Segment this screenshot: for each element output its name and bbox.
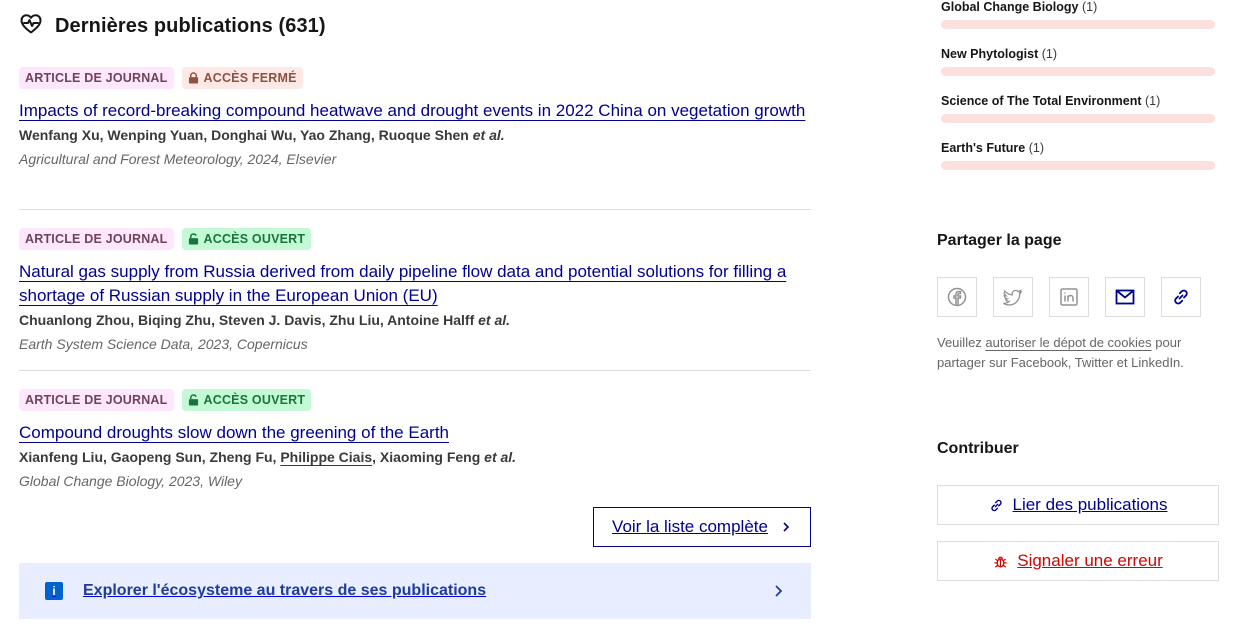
journal-stat[interactable]: Earth's Future (1) (941, 140, 1215, 170)
heart-pulse-icon (19, 12, 43, 41)
journal-count: (1) (1028, 141, 1045, 155)
link-publications-label: Lier des publications (1012, 495, 1168, 514)
share-cookie-note: Veuillez autoriser le dépot de cookies p… (937, 333, 1207, 373)
publication-source: Agricultural and Forest Meteorology, 202… (19, 151, 337, 167)
journal-bar (941, 114, 1215, 123)
twitter-icon (1003, 289, 1023, 306)
chevron-right-icon (775, 585, 783, 597)
journal-count: (1) (1041, 47, 1057, 61)
journal-stat[interactable]: Global Change Biology (1) (941, 0, 1215, 29)
journal-bar (941, 67, 1215, 76)
publication-title-link[interactable]: Impacts of record-breaking compound heat… (19, 99, 809, 123)
linkedin-icon (1060, 288, 1078, 306)
journal-name: Earth's Future (941, 141, 1026, 155)
et-al: et al. (478, 312, 511, 328)
explore-label: Explorer l'écosysteme au travers de ses … (83, 582, 487, 599)
share-twitter-button[interactable] (993, 277, 1033, 317)
journal-name: Science of The Total Environment (941, 94, 1142, 108)
copy-link-button[interactable] (1161, 277, 1201, 317)
contribute-title: Contribuer (937, 440, 1019, 457)
report-error-button[interactable]: Signaler une erreur (937, 541, 1219, 581)
publication-type-badge: ARTICLE DE JOURNAL (19, 228, 174, 250)
share-title: Partager la page (937, 232, 1062, 249)
publication-item: ARTICLE DE JOURNAL ACCÈS OUVERT Natural … (19, 228, 811, 371)
lock-open-icon (188, 394, 198, 406)
authors-list-rest: , Xiaoming Feng (372, 449, 481, 465)
publication-authors: Xianfeng Liu, Gaopeng Sun, Zheng Fu, Phi… (19, 445, 811, 469)
see-all-label: Voir la liste complète (612, 517, 768, 536)
publication-title-link[interactable]: Natural gas supply from Russia derived f… (19, 260, 809, 308)
section-header: Dernières publications (631) (19, 12, 326, 41)
journal-name: New Phytologist (941, 47, 1039, 61)
share-buttons (937, 277, 1201, 317)
publication-type-badge: ARTICLE DE JOURNAL (19, 389, 174, 411)
link-icon (1174, 289, 1188, 305)
mail-icon (1115, 289, 1135, 305)
et-al: et al. (484, 449, 517, 465)
link-publications-button[interactable]: Lier des publications (937, 485, 1219, 525)
journal-stat[interactable]: Science of The Total Environment (1) (941, 93, 1215, 123)
access-badge-label: ACCÈS FERMÉ (203, 71, 297, 85)
access-closed-badge: ACCÈS FERMÉ (181, 67, 303, 89)
info-icon: i (45, 582, 63, 600)
journal-bar (941, 20, 1215, 29)
journal-count: (1) (1144, 94, 1161, 108)
lock-closed-icon (188, 72, 198, 84)
share-linkedin-button[interactable] (1049, 277, 1089, 317)
publication-item: ARTICLE DE JOURNAL ACCÈS OUVERT Compound… (19, 389, 811, 489)
access-open-badge: ACCÈS OUVERT (181, 389, 312, 411)
publication-title-link[interactable]: Compound droughts slow down the greening… (19, 421, 809, 445)
lock-open-icon (188, 233, 198, 245)
bug-icon (994, 556, 1007, 568)
author-link[interactable]: Philippe Ciais (280, 449, 372, 465)
see-all-button[interactable]: Voir la liste complète (593, 507, 811, 547)
share-mail-button[interactable] (1105, 277, 1145, 317)
journal-bar (941, 161, 1215, 170)
share-facebook-button[interactable] (937, 277, 977, 317)
cookie-consent-link[interactable]: autoriser le dépot de cookies (985, 335, 1151, 350)
journal-stat[interactable]: New Phytologist (1) (941, 46, 1215, 76)
journal-count: (1) (1082, 0, 1098, 14)
report-error-label: Signaler une erreur (1017, 551, 1163, 570)
chevron-right-icon (783, 522, 790, 532)
section-title: Dernières publications (631) (55, 15, 326, 37)
journal-name: Global Change Biology (941, 0, 1079, 14)
publication-type-badge: ARTICLE DE JOURNAL (19, 67, 174, 89)
facebook-icon (947, 287, 967, 307)
note-text: Veuillez (937, 335, 986, 350)
publication-source: Earth System Science Data, 2023, Coperni… (19, 336, 308, 352)
explore-publications-link[interactable]: i Explorer l'écosysteme au travers de se… (19, 563, 811, 619)
publication-item: ARTICLE DE JOURNAL ACCÈS FERMÉ Impacts o… (19, 67, 811, 210)
et-al: et al. (472, 127, 505, 143)
access-badge-label: ACCÈS OUVERT (203, 393, 306, 407)
link-icon (990, 499, 1002, 511)
authors-list: Xianfeng Liu, Gaopeng Sun, Zheng Fu, (19, 449, 281, 465)
access-badge-label: ACCÈS OUVERT (203, 232, 306, 246)
access-open-badge: ACCÈS OUVERT (181, 228, 312, 250)
publication-authors: Chuanlong Zhou, Biqing Zhu, Steven J. Da… (19, 308, 811, 332)
authors-list: Wenfang Xu, Wenping Yuan, Donghai Wu, Ya… (19, 127, 469, 143)
publication-authors: Wenfang Xu, Wenping Yuan, Donghai Wu, Ya… (19, 123, 811, 147)
publication-source: Global Change Biology, 2023, Wiley (19, 473, 242, 489)
authors-list: Chuanlong Zhou, Biqing Zhu, Steven J. Da… (19, 312, 475, 328)
